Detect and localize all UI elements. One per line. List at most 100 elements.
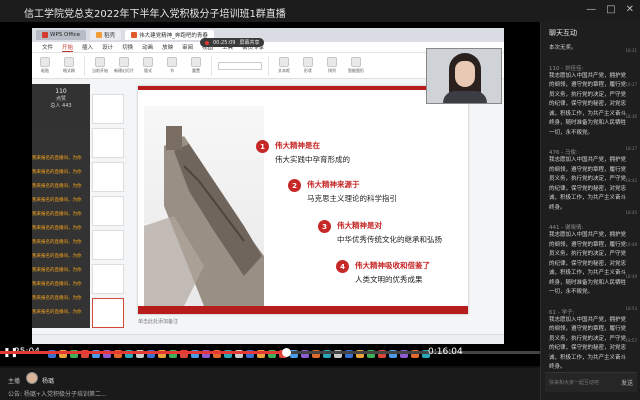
record-dot-icon — [205, 40, 209, 45]
like-label: 点赞 — [55, 96, 66, 102]
minimize-button[interactable]: — — [586, 4, 596, 15]
screen-share-indicator[interactable]: 00:25:09 屏幕共享 — [200, 38, 265, 47]
menu-insert[interactable]: 插入 — [82, 43, 93, 51]
point-body: 中华优秀传统文化的继承和弘扬 — [337, 235, 442, 244]
chat-timestamps: 18:31 18:37 18:36 18:37 18:42 18:45 18:4… — [625, 28, 638, 358]
menu-home[interactable]: 开始 — [62, 43, 74, 52]
chat-input[interactable]: 快来和大家一起互动吧 发送 — [545, 372, 637, 392]
danmu-item: 我来报名的直播间，为你 — [32, 198, 82, 203]
menu-slideshow[interactable]: 放映 — [162, 43, 173, 51]
close-button[interactable]: ✕ — [626, 4, 634, 15]
slide-top-bar — [138, 86, 468, 90]
point-heading: 伟大精神吸收和借鉴了 — [355, 261, 430, 270]
share-label: 屏幕共享 — [239, 40, 260, 46]
slide-thumbnail[interactable] — [92, 94, 124, 124]
new-slide-icon — [119, 57, 129, 67]
point-heading: 伟大精神来源于 — [307, 180, 360, 189]
wps-tab-label: 稻壳 — [104, 33, 116, 39]
slide-thumbnail[interactable] — [92, 196, 124, 226]
wps-status-bar — [32, 334, 504, 344]
maximize-button[interactable]: □ — [606, 4, 615, 15]
shape-button[interactable]: 形状 — [299, 57, 317, 74]
arrange-button[interactable]: 排列 — [323, 57, 341, 74]
chat-message: 本次无奖。 — [549, 45, 577, 51]
host-info: 主播 杨璐 公告: 杨璐+入党积极分子培训第二... — [0, 368, 540, 400]
paste-button[interactable]: 粘贴 — [36, 57, 54, 74]
arrange-icon — [327, 57, 337, 67]
menu-review[interactable]: 审阅 — [182, 43, 193, 51]
point-number: 1 — [256, 140, 269, 153]
danmu-item: 我来报名的直播间，为你 — [32, 296, 82, 301]
menu-transition[interactable]: 切换 — [122, 43, 133, 51]
font-select[interactable] — [218, 61, 262, 70]
slide-notes[interactable]: 单击此处添加备注 — [138, 318, 178, 325]
point-number: 2 — [288, 179, 301, 192]
timestamp: 18:45 — [625, 210, 637, 215]
smartart-button[interactable]: 智能图形 — [347, 57, 365, 74]
point-body: 人类文明的优秀成果 — [355, 275, 423, 284]
title-bar: 信工学院党总支2022年下半年入党积极分子培训班1群直播 — □ ✕ — [0, 0, 640, 22]
point-4: 4 伟大精神吸收和借鉴了 人类文明的优秀成果 — [336, 260, 430, 285]
progress-fill — [0, 351, 287, 354]
timestamp: 18:48 — [625, 242, 637, 247]
slide-thumbnail[interactable] — [92, 230, 124, 260]
textbox-icon — [279, 57, 289, 67]
point-number: 3 — [318, 220, 331, 233]
point-number: 4 — [336, 260, 349, 273]
wps-tab-office[interactable]: WPS Office — [36, 30, 87, 40]
host-label: 主播 — [8, 378, 21, 385]
slide-canvas[interactable]: 1 伟大精神是在 伟大实践中孕育形成的 2 伟大精神来源于 马克思主义理论的科学… — [138, 86, 468, 314]
slide-thumbnail[interactable] — [92, 128, 124, 158]
format-painter-button[interactable]: 格式刷 — [60, 57, 78, 74]
play-icon — [95, 57, 105, 67]
shape-icon — [303, 57, 313, 67]
layout-icon — [143, 57, 153, 67]
chat-message: 441 - 谢晓倩: 我志愿加入中国共产党，拥护党的纲领，遵守党的章程，履行党员… — [549, 225, 627, 295]
danmu-item: 我来报名的直播间，为你 — [32, 156, 82, 161]
chat-message: 61 - 学子: 我志愿加入中国共产党，拥护党的纲领，遵守党的章程，履行党员义务… — [549, 309, 627, 371]
send-button[interactable]: 发送 — [621, 378, 633, 387]
announcement[interactable]: 公告: 杨璐+入党积极分子培训第二... — [8, 389, 107, 398]
menu-animation[interactable]: 动画 — [142, 43, 153, 51]
slide-bottom-bar — [138, 306, 468, 314]
chat-message: 476 - 马俊: 我志愿加入中国共产党，拥护党的纲领，遵守党的章程，履行党员义… — [549, 150, 627, 211]
point-heading: 伟大精神是在 — [275, 141, 320, 150]
video-stage[interactable]: WPS Office 稻壳 伟大建党精神_奔跑吧的青春 文件 开始 插入 设计 … — [0, 22, 540, 366]
point-3: 3 伟大精神是对 中华优秀传统文化的继承和弘扬 — [318, 220, 442, 245]
record-time: 00:25:09 — [213, 39, 236, 46]
textbox-button[interactable]: 文本框 — [275, 57, 293, 74]
menu-design[interactable]: 设计 — [102, 43, 113, 51]
timestamp: 18:37 — [625, 82, 637, 87]
wps-tab-label: 伟大建党精神_奔跑吧的青春 — [139, 33, 208, 39]
section-button[interactable]: 节 — [163, 57, 181, 74]
docer-icon — [96, 32, 103, 38]
danmu-item: 我来报名的直播间，为你 — [32, 268, 82, 273]
chat-panel: 聊天互动 本次无奖。 110 - 刘佳佳: 我志愿加入中国共产党，拥护党的纲领，… — [540, 22, 640, 400]
layout-button[interactable]: 版式 — [139, 57, 157, 74]
danmu-item: 我来报名的直播间，为你 — [32, 310, 82, 315]
host-name: 杨璐 — [42, 378, 55, 385]
slide-thumbnails — [90, 90, 126, 330]
slide-thumbnail[interactable] — [92, 264, 124, 294]
like-count: 110 — [55, 88, 67, 95]
avatar[interactable] — [26, 372, 38, 384]
presenter-webcam — [426, 48, 502, 104]
danmu-item: 我来报名的直播间，为你 — [32, 282, 82, 287]
menu-file[interactable]: 文件 — [42, 43, 53, 51]
play-current-button[interactable]: 当前开始 — [91, 57, 109, 74]
point-heading: 伟大精神是对 — [337, 221, 382, 230]
slide-thumbnail-active[interactable] — [92, 298, 124, 328]
new-slide-button[interactable]: 新建幻灯片 — [114, 57, 134, 74]
wps-tab-docer[interactable]: 稻壳 — [90, 30, 122, 40]
window-controls: — □ ✕ — [586, 4, 634, 15]
slide-thumbnail[interactable] — [92, 162, 124, 192]
reset-button[interactable]: 重置 — [187, 57, 205, 74]
wps-logo-icon — [42, 32, 48, 38]
point-body: 伟大实践中孕育形成的 — [275, 155, 350, 164]
section-icon — [167, 57, 177, 67]
chat-title: 聊天互动 — [549, 29, 577, 37]
danmu-item: 我来报名的直播间，为你 — [32, 170, 82, 175]
chat-messages[interactable]: 本次无奖。 110 - 刘佳佳: 我志愿加入中国共产党，拥护党的纲领，遵守党的章… — [549, 44, 627, 383]
danmu-item: 我来报名的直播间，为你 — [32, 184, 82, 189]
smartart-icon — [351, 57, 361, 67]
